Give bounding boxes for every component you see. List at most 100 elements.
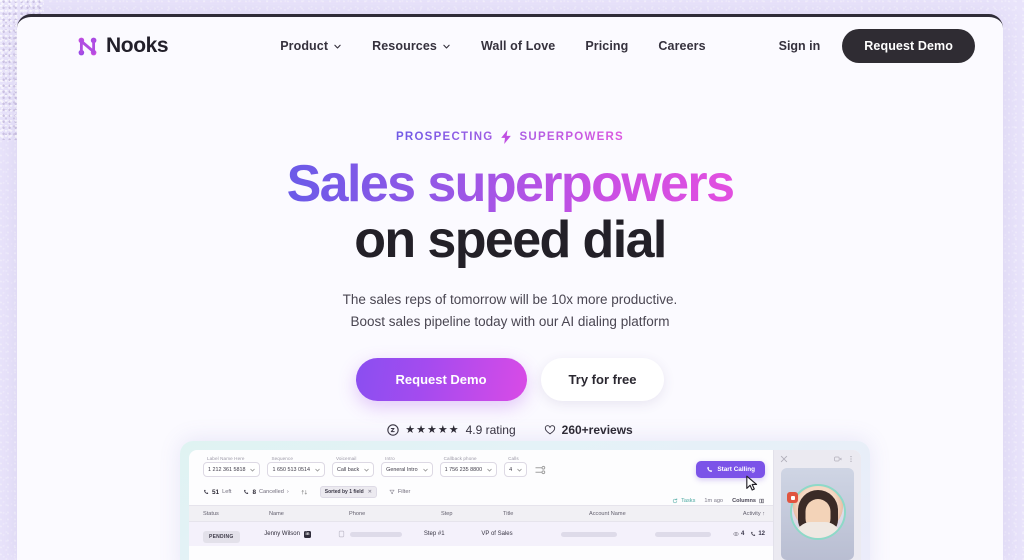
- caller-id-select[interactable]: 1 212 361 5818: [203, 462, 261, 477]
- stat-left-label: Left: [222, 489, 232, 495]
- field-label-text: Sequence: [271, 456, 293, 461]
- filter-label: Filter: [397, 489, 411, 495]
- stat-left-count: 51: [212, 488, 220, 496]
- cell-phone: [338, 530, 423, 538]
- filter-button[interactable]: Filter: [389, 489, 410, 495]
- column-header-activity-label: Activity: [742, 510, 761, 517]
- nav-item-product[interactable]: Product: [280, 39, 342, 53]
- callback-phone-select[interactable]: 1 756 235 8800: [439, 462, 498, 477]
- sort-chip[interactable]: Sorted by 1 field ✕: [319, 486, 377, 498]
- column-header-step[interactable]: Step: [441, 511, 503, 517]
- column-header-phone[interactable]: Phone: [349, 511, 441, 517]
- nav-label: Pricing: [585, 39, 629, 53]
- chevron-down-icon: [364, 468, 369, 472]
- video-icon[interactable]: [834, 455, 842, 463]
- activity-views: 4: [733, 531, 744, 537]
- close-icon[interactable]: ✕: [368, 489, 372, 495]
- reviews-count: 260+reviews: [561, 422, 633, 437]
- lightning-bolt-icon: [501, 130, 512, 144]
- nav-item-wall-of-love[interactable]: Wall of Love: [481, 39, 555, 53]
- video-side-panel: [773, 450, 861, 560]
- nav-label: Wall of Love: [480, 39, 556, 53]
- avatar-video-tile[interactable]: [781, 468, 854, 560]
- product-screenshot-frame: Label Name Here 1 212 361 5818 Sequence …: [180, 441, 870, 560]
- sign-in-link[interactable]: Sign in: [779, 39, 821, 53]
- brand-logo-link[interactable]: Nooks: [77, 34, 169, 58]
- copy-icon[interactable]: [338, 530, 345, 538]
- try-for-free-button[interactable]: Try for free: [540, 357, 665, 401]
- chevron-down-icon: [315, 468, 320, 472]
- avatar-body: [794, 522, 841, 538]
- column-header-title[interactable]: Title: [503, 511, 589, 517]
- phone-icon: [751, 531, 756, 537]
- column-header-name[interactable]: Name: [269, 511, 349, 517]
- column-header-activity[interactable]: Activity ↑: [707, 511, 765, 517]
- chevron-down-icon: [487, 468, 492, 472]
- nooks-n-logo-icon: [78, 37, 97, 55]
- field-label-text: Voicemail: [335, 456, 357, 461]
- columns-button[interactable]: Columns: [732, 498, 765, 504]
- field-sequence: Sequence 1 650 513 0514: [267, 456, 325, 477]
- rating-value: 4.9 rating: [465, 422, 516, 437]
- stat-cancelled-count: 8: [252, 488, 257, 496]
- field-value: General Intro: [386, 466, 418, 473]
- site-header: Nooks Product Resources Wall of Love Pri…: [17, 17, 1003, 75]
- voicemail-select[interactable]: Call back: [331, 462, 375, 477]
- field-label-text: Calls: [508, 456, 519, 461]
- record-stop-icon[interactable]: [787, 492, 798, 503]
- hero-section: PROSPECTING SUPERPOWERS Sales superpower…: [17, 75, 1003, 437]
- column-header-account-name[interactable]: Account Name: [589, 511, 707, 517]
- phone-icon: [204, 489, 209, 495]
- column-header-status[interactable]: Status: [203, 511, 269, 517]
- table-row[interactable]: PENDING Jenny Wilson in Step #1 VP of Sa…: [189, 522, 773, 546]
- video-panel-toolbar: [774, 450, 861, 468]
- linkedin-icon[interactable]: in: [303, 530, 311, 538]
- hero-eyebrow-right: SUPERPOWERS: [519, 131, 624, 143]
- header-actions: Sign in Request Demo: [779, 29, 975, 63]
- more-icon[interactable]: [847, 455, 855, 463]
- cell-step: Step #1: [423, 531, 445, 537]
- hero-heading-gradient: Sales superpowers: [286, 155, 735, 213]
- page-title: Sales superpowers on speed dial: [17, 157, 1003, 267]
- request-demo-header-button[interactable]: Request Demo: [842, 29, 975, 63]
- stat-left: 51 Left: [203, 489, 231, 496]
- avatar: [789, 484, 846, 540]
- last-updated-time: 1m ago: [704, 498, 724, 504]
- cell-name: Jenny Wilson in: [264, 530, 338, 538]
- chevron-down-icon: [443, 44, 450, 49]
- sliders-icon[interactable]: [534, 464, 546, 476]
- sort-icon[interactable]: [301, 489, 308, 496]
- field-callback-phone: Callback phone 1 756 235 8800: [439, 456, 498, 477]
- chevron-down-icon: [517, 468, 522, 472]
- close-icon[interactable]: [780, 455, 788, 463]
- nav-item-careers[interactable]: Careers: [658, 39, 705, 53]
- hero-subtitle-line2: Boost sales pipeline today with our AI d…: [350, 314, 670, 330]
- tasks-label: Tasks: [681, 498, 696, 504]
- intro-select[interactable]: General Intro: [381, 462, 433, 477]
- dialer-meta-row: Tasks 1m ago Columns: [672, 498, 765, 504]
- sort-chip-label: Sorted by 1 field: [324, 489, 364, 495]
- stat-cancelled-label: Cancelled: [259, 489, 284, 495]
- hero-eyebrow: PROSPECTING SUPERPOWERS: [396, 130, 624, 144]
- field-value: 1 212 361 5818: [208, 466, 246, 473]
- filter-icon: [389, 489, 395, 495]
- hero-heading-dark: on speed dial: [354, 211, 667, 270]
- request-demo-button[interactable]: Request Demo: [355, 357, 527, 401]
- nav-item-pricing[interactable]: Pricing: [585, 39, 628, 53]
- nav-item-resources[interactable]: Resources: [372, 39, 451, 53]
- hero-eyebrow-left: PROSPECTING: [396, 131, 494, 143]
- calls-count-select[interactable]: 4: [504, 462, 528, 477]
- page-panel: Nooks Product Resources Wall of Love Pri…: [17, 14, 1003, 560]
- phone-icon: [244, 489, 249, 495]
- field-calls: Calls 4: [504, 456, 528, 477]
- status-badge: PENDING: [203, 531, 240, 543]
- stat-cancelled[interactable]: 8 Cancelled ›: [243, 488, 289, 496]
- contact-name: Jenny Wilson: [264, 531, 300, 537]
- refresh-icon: [672, 498, 678, 504]
- columns-icon: [759, 498, 764, 504]
- activity-views-count: 4: [740, 531, 745, 537]
- account-placeholder-2: [655, 531, 712, 537]
- sequence-select[interactable]: 1 650 513 0514: [267, 462, 325, 477]
- table-header-row: Status Name Phone Step Title Account Nam…: [189, 505, 773, 522]
- tasks-indicator[interactable]: Tasks: [672, 498, 695, 504]
